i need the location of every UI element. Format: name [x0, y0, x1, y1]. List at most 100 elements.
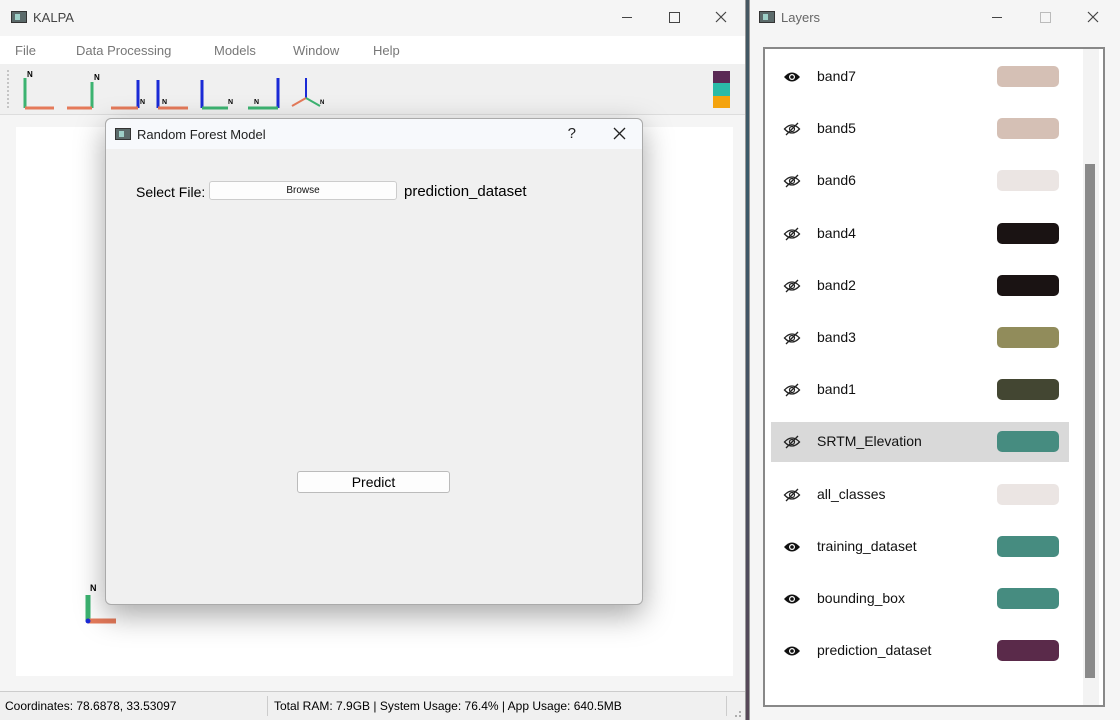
svg-text:N: N: [254, 99, 259, 106]
svg-text:N: N: [94, 73, 100, 82]
eye-off-icon[interactable]: [783, 122, 801, 139]
layer-row[interactable]: band1: [771, 370, 1069, 410]
layer-color-swatch[interactable]: [997, 118, 1059, 140]
svg-text:N: N: [90, 583, 97, 593]
close-icon: [1087, 11, 1099, 23]
close-icon: [715, 11, 727, 23]
layer-row[interactable]: band6: [771, 161, 1069, 201]
layer-row[interactable]: prediction_dataset: [771, 631, 1069, 671]
app-icon: [11, 11, 27, 23]
minimize-button[interactable]: [604, 0, 650, 34]
eye-icon[interactable]: [783, 540, 801, 557]
layer-color-swatch[interactable]: [997, 431, 1059, 453]
coordinates-readout: Coordinates: 78.6878, 33.53097: [5, 699, 177, 713]
scrollbar-thumb[interactable]: [1085, 164, 1095, 678]
help-button[interactable]: ?: [568, 125, 576, 142]
layer-name: band4: [817, 224, 856, 241]
browse-button[interactable]: Browse: [209, 181, 397, 200]
layer-name: prediction_dataset: [817, 642, 932, 659]
layer-row[interactable]: bounding_box: [771, 579, 1069, 619]
north-down-axis-icon[interactable]: N: [108, 70, 148, 112]
menu-file[interactable]: File: [15, 43, 36, 58]
maximize-button: [1022, 0, 1068, 34]
main-titlebar[interactable]: KALPA: [0, 0, 745, 34]
eye-off-icon[interactable]: [783, 227, 801, 244]
app-icon: [115, 128, 131, 140]
layer-color-swatch[interactable]: [997, 483, 1059, 505]
layer-row[interactable]: band7: [771, 57, 1069, 97]
toolbar-grip-icon: [7, 70, 9, 110]
layer-scrollbar[interactable]: [1083, 49, 1099, 705]
eye-icon[interactable]: [783, 644, 801, 661]
menu-models[interactable]: Models: [214, 43, 256, 58]
layers-title: Layers: [781, 9, 821, 25]
menu-data-processing[interactable]: Data Processing: [76, 43, 171, 58]
dialog-titlebar[interactable]: Random Forest Model ?: [106, 119, 642, 149]
layer-row[interactable]: band3: [771, 318, 1069, 358]
status-bar: Coordinates: 78.6878, 33.53097 Total RAM…: [0, 691, 745, 720]
svg-text:N: N: [320, 100, 324, 106]
close-button[interactable]: [1070, 0, 1116, 34]
layer-row[interactable]: band2: [771, 266, 1069, 306]
resize-grip-icon[interactable]: [732, 708, 742, 718]
layer-name: SRTM_Elevation: [817, 433, 922, 450]
layer-color-swatch[interactable]: [997, 379, 1059, 401]
eye-off-icon[interactable]: [783, 174, 801, 191]
predict-button[interactable]: Predict: [297, 471, 450, 493]
layers-titlebar[interactable]: Layers: [750, 0, 1120, 34]
swatch-purple: [713, 71, 730, 84]
status-divider: [726, 696, 727, 716]
layer-name: band7: [817, 68, 856, 84]
eye-icon[interactable]: [783, 592, 801, 609]
layer-row[interactable]: band4: [771, 214, 1069, 254]
layer-name: all_classes: [817, 485, 886, 502]
window-title: KALPA: [33, 9, 74, 25]
eye-off-icon[interactable]: [783, 435, 801, 452]
minimize-button[interactable]: [974, 0, 1020, 34]
layer-color-swatch[interactable]: [997, 170, 1059, 192]
close-button[interactable]: [698, 0, 744, 34]
toolbar: N N N N N N N: [0, 64, 745, 115]
layer-name: band6: [817, 172, 856, 189]
svg-text:N: N: [162, 99, 167, 106]
eye-icon[interactable]: [783, 70, 801, 87]
layer-color-swatch[interactable]: [997, 327, 1059, 348]
eye-off-icon[interactable]: [783, 488, 801, 505]
layer-name: bounding_box: [817, 590, 905, 606]
swatch-orange: [713, 95, 730, 108]
layer-row[interactable]: SRTM_Elevation: [771, 422, 1069, 463]
north-up-axis-icon[interactable]: N: [20, 70, 60, 112]
layer-color-swatch[interactable]: [997, 274, 1059, 296]
menu-window[interactable]: Window: [293, 43, 339, 58]
layer-row[interactable]: band5: [771, 109, 1069, 149]
layer-row[interactable]: training_dataset: [771, 527, 1069, 567]
ram-usage-readout: Total RAM: 7.9GB | System Usage: 76.4% |…: [274, 699, 622, 713]
random-forest-dialog: Random Forest Model ? Select File: Brows…: [105, 118, 643, 605]
dialog-close-button[interactable]: [613, 127, 626, 140]
layer-color-swatch[interactable]: [997, 640, 1059, 662]
eye-off-icon[interactable]: [783, 383, 801, 400]
svg-text:N: N: [228, 99, 233, 106]
layer-color-swatch[interactable]: [997, 222, 1059, 244]
north-east-axis-icon[interactable]: N: [244, 70, 284, 112]
close-icon: [613, 127, 626, 140]
layer-name: band3: [817, 329, 856, 345]
layer-name: training_dataset: [817, 537, 917, 554]
north-left-axis-icon[interactable]: N: [64, 70, 104, 112]
layer-row[interactable]: all_classes: [771, 475, 1069, 515]
layer-color-swatch[interactable]: [997, 588, 1059, 609]
svg-text:N: N: [140, 99, 145, 106]
menu-help[interactable]: Help: [373, 43, 400, 58]
north-right-axis-icon[interactable]: N: [196, 70, 236, 112]
layer-color-swatch[interactable]: [997, 535, 1059, 557]
north-arrow-axis-icon[interactable]: N: [152, 70, 192, 112]
eye-off-icon[interactable]: [783, 279, 801, 296]
color-swatch-stack[interactable]: [713, 71, 730, 108]
isometric-axis-icon[interactable]: N: [288, 70, 328, 112]
select-file-label: Select File:: [136, 184, 206, 200]
eye-off-icon[interactable]: [783, 331, 801, 348]
layer-color-swatch[interactable]: [997, 66, 1059, 87]
maximize-button[interactable]: [651, 0, 697, 34]
layer-list[interactable]: band7 band5 band6 band4 band2 band3 band1 SRTM_…: [763, 47, 1105, 707]
layer-name: band2: [817, 276, 856, 293]
